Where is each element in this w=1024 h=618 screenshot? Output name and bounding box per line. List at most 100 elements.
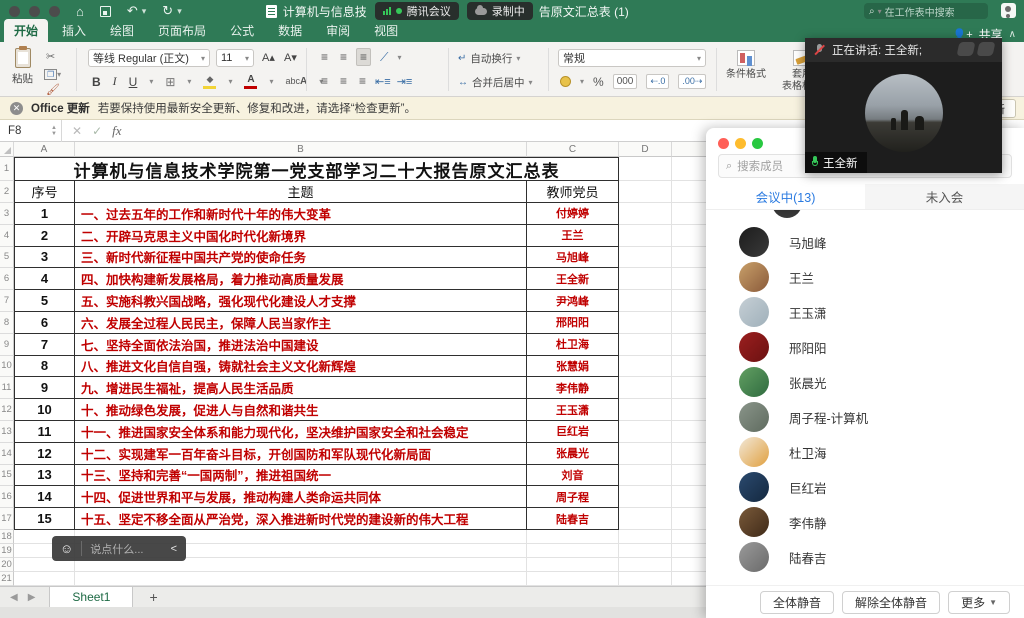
- borders-dropdown-icon[interactable]: ▾: [187, 77, 191, 86]
- cancel-entry-icon[interactable]: ✕: [72, 124, 82, 138]
- table-row-number[interactable]: 13: [14, 465, 75, 487]
- empty-cell[interactable]: [619, 377, 672, 399]
- row-header[interactable]: 8: [0, 312, 14, 334]
- table-row-teacher[interactable]: 李伟静: [527, 377, 619, 399]
- table-row-teacher[interactable]: 周子程: [527, 486, 619, 508]
- close-panel-button[interactable]: [718, 138, 729, 149]
- table-row-teacher[interactable]: 刘音: [527, 465, 619, 487]
- currency-format-button[interactable]: [560, 76, 571, 87]
- empty-cell[interactable]: [527, 530, 619, 544]
- redo-icon[interactable]: ↻: [162, 3, 173, 19]
- number-format-select[interactable]: 常规▾: [558, 49, 706, 67]
- ribbon-tab-3[interactable]: 页面布局: [148, 19, 216, 42]
- empty-cell[interactable]: [619, 157, 672, 181]
- participant-row[interactable]: 陆春吉: [706, 539, 1024, 575]
- table-row-teacher[interactable]: 张慧娟: [527, 356, 619, 378]
- column-title-0[interactable]: 序号: [14, 181, 75, 203]
- table-row-topic[interactable]: 十五、坚定不移全面从严治党，深入推进新时代党的建设新的伟大工程: [75, 508, 527, 530]
- table-row-number[interactable]: 3: [14, 247, 75, 269]
- ribbon-tab-5[interactable]: 数据: [268, 19, 312, 42]
- empty-cell[interactable]: [619, 247, 672, 269]
- home-icon[interactable]: ⌂: [76, 4, 84, 19]
- empty-cell[interactable]: [619, 268, 672, 290]
- table-row-number[interactable]: 12: [14, 443, 75, 465]
- empty-cell[interactable]: [619, 465, 672, 487]
- table-row-topic[interactable]: 十三、坚持和完善“一国两制”，推进祖国统一: [75, 465, 527, 487]
- table-row-number[interactable]: 1: [14, 203, 75, 225]
- row-header[interactable]: 6: [0, 268, 14, 290]
- row-header[interactable]: 5: [0, 247, 14, 269]
- close-window-button[interactable]: [9, 6, 20, 17]
- table-title-cell[interactable]: 计算机与信息技术学院第一党支部学习二十大报告原文汇总表: [14, 157, 619, 181]
- empty-cell[interactable]: [527, 558, 619, 572]
- table-row-number[interactable]: 10: [14, 399, 75, 421]
- table-row-number[interactable]: 7: [14, 334, 75, 356]
- empty-cell[interactable]: [619, 508, 672, 530]
- fill-color-button[interactable]: ◆: [203, 74, 216, 89]
- table-row-teacher[interactable]: 巨红岩: [527, 421, 619, 443]
- orientation-button[interactable]: ⟋: [377, 49, 391, 66]
- table-row-teacher[interactable]: 张晨光: [527, 443, 619, 465]
- font-color-button[interactable]: A: [244, 74, 257, 89]
- table-row-topic[interactable]: 十一、推进国家安全体系和能力现代化，坚决维护国家安全和社会稳定: [75, 421, 527, 443]
- row-header[interactable]: 7: [0, 290, 14, 312]
- format-painter-button[interactable]: 🖌: [46, 80, 60, 98]
- zoom-panel-button[interactable]: [752, 138, 763, 149]
- participant-row[interactable]: 马旭峰: [706, 224, 1024, 260]
- font-name-select[interactable]: 等线 Regular (正文)▾: [88, 49, 210, 67]
- table-row-topic[interactable]: 六、发展全过程人民民主，保障人民当家作主: [75, 312, 527, 334]
- add-sheet-button[interactable]: +: [149, 589, 157, 605]
- empty-cell[interactable]: [619, 530, 672, 544]
- shrink-font-button[interactable]: A▾: [284, 51, 297, 64]
- column-header-A[interactable]: A: [14, 142, 75, 157]
- table-row-topic[interactable]: 五、实施科教兴国战略，强化现代化建设人才支撑: [75, 290, 527, 312]
- table-row-number[interactable]: 15: [14, 508, 75, 530]
- empty-cell[interactable]: [619, 572, 672, 586]
- participant-row[interactable]: 李伟静: [706, 504, 1024, 540]
- empty-cell[interactable]: [619, 399, 672, 421]
- row-header[interactable]: 1: [0, 157, 14, 181]
- table-row-topic[interactable]: 十二、实现建军一百年奋斗目标，开创国防和军队现代化新局面: [75, 443, 527, 465]
- empty-cell[interactable]: [14, 572, 75, 586]
- share-sheet-icon[interactable]: [1001, 3, 1016, 18]
- table-row-number[interactable]: 2: [14, 225, 75, 247]
- empty-cell[interactable]: [619, 486, 672, 508]
- row-header[interactable]: 18: [0, 530, 14, 544]
- undo-dropdown-icon[interactable]: ▾: [142, 6, 147, 17]
- row-header[interactable]: 2: [0, 181, 14, 203]
- table-row-topic[interactable]: 九、增进民生福祉，提高人民生活品质: [75, 377, 527, 399]
- table-row-number[interactable]: 6: [14, 312, 75, 334]
- clear-format-button[interactable]: abcA: [285, 76, 307, 87]
- row-header[interactable]: 19: [0, 544, 14, 558]
- row-header[interactable]: 17: [0, 508, 14, 530]
- workbook-search-input[interactable]: ⌕ ▾ 在工作表中搜索: [864, 3, 988, 19]
- table-row-topic[interactable]: 十、推动绿色发展，促进人与自然和谐共生: [75, 399, 527, 421]
- collapse-ribbon-icon[interactable]: ∧: [1009, 29, 1016, 40]
- row-header[interactable]: 15: [0, 465, 14, 487]
- align-center-button[interactable]: ≡: [337, 73, 350, 89]
- row-header[interactable]: 10: [0, 356, 14, 378]
- table-row-teacher[interactable]: 马旭峰: [527, 247, 619, 269]
- empty-cell[interactable]: [619, 225, 672, 247]
- percent-format-button[interactable]: %: [593, 75, 604, 89]
- row-header[interactable]: 16: [0, 486, 14, 508]
- row-header[interactable]: 3: [0, 203, 14, 225]
- align-middle-button[interactable]: ≡: [337, 49, 350, 65]
- italic-button[interactable]: I: [113, 74, 117, 89]
- underline-dropdown-icon[interactable]: ▾: [149, 77, 153, 86]
- save-icon[interactable]: [100, 6, 111, 17]
- font-size-select[interactable]: 11▾: [216, 49, 254, 67]
- row-header[interactable]: 4: [0, 225, 14, 247]
- name-box-stepper[interactable]: ▲▼: [51, 125, 57, 137]
- table-row-number[interactable]: 9: [14, 377, 75, 399]
- comma-format-button[interactable]: 000: [613, 74, 638, 89]
- underline-button[interactable]: U: [129, 75, 138, 89]
- prev-sheet-icon[interactable]: ◀: [10, 592, 18, 603]
- table-row-teacher[interactable]: 陆春吉: [527, 508, 619, 530]
- ribbon-tab-0[interactable]: 开始: [4, 19, 48, 42]
- table-row-teacher[interactable]: 王玉潇: [527, 399, 619, 421]
- decrease-indent-button[interactable]: ⇤≡: [375, 75, 391, 88]
- bold-button[interactable]: B: [92, 75, 101, 89]
- wrap-text-button[interactable]: ↵ 自动换行 ▾: [458, 51, 520, 66]
- column-header-C[interactable]: C: [527, 142, 619, 157]
